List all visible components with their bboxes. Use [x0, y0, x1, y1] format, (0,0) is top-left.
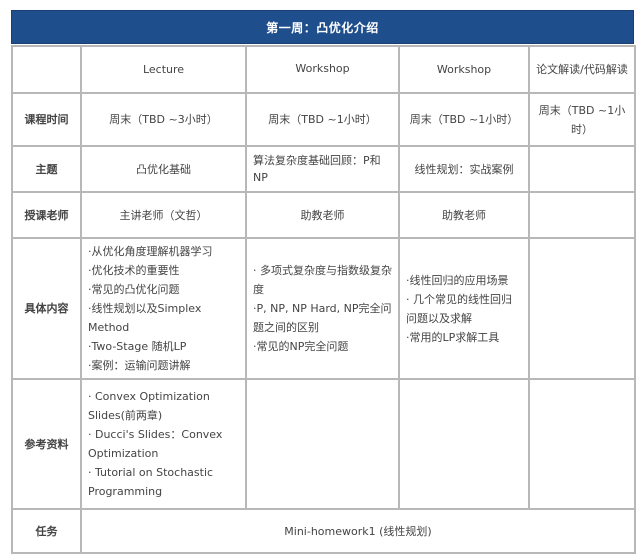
bullet-item: ·优化技术的重要性 — [88, 264, 180, 277]
bullet-item: · Tutorial on Stochastic Programming — [88, 466, 214, 498]
schedule-table: Lecture Workshop Workshop 论文解读/代码解读 课程时间… — [11, 45, 636, 554]
table-row-teacher: 授课老师 主讲老师（文哲） 助教老师 助教老师 — [13, 193, 634, 237]
teacher-cell-lecture: 主讲老师（文哲） — [82, 193, 245, 237]
column-header-lecture: Lecture — [82, 47, 245, 92]
corner-cell — [13, 47, 80, 92]
table-row-topic: 主题 凸优化基础 算法复杂度基础回顾：P和NP 线性规划：实战案例 — [13, 147, 634, 191]
content-list-lecture: ·从优化角度理解机器学习 ·优化技术的重要性 ·常见的凸优化问题 ·线性规划以及Sim… — [88, 242, 239, 375]
row-label-time: 课程时间 — [13, 94, 80, 145]
time-cell-paper-code: 周末（TBD ~1小时） — [530, 94, 634, 145]
table-row-task: 任务 Mini-homework1 (线性规划) — [13, 510, 634, 552]
references-list-lecture: · Convex Optimization Slides(前两章) · Ducci… — [88, 387, 239, 501]
table-row-time: 课程时间 周末（TBD ~3小时） 周末（TBD ~1小时） 周末（TBD ~1… — [13, 94, 634, 145]
bullet-item: ·常用的LP求解工具 — [406, 330, 500, 344]
bullet-item: ·P, NP, NP Hard, NP完全问题之间的区别 — [253, 302, 392, 334]
row-label-task: 任务 — [13, 510, 80, 552]
bullet-item: ·案例：运输问题讲解 — [88, 359, 191, 372]
teacher-cell-paper-code — [530, 193, 634, 237]
column-header-workshop-2: Workshop — [400, 47, 528, 92]
content-list-workshop-2: ·线性回归的应用场景 · 几个常见的线性回归问题以及求解 ·常用的LP求解工具 — [406, 271, 522, 347]
bullet-item: · Ducci's Slides：Convex Optimization — [88, 428, 223, 460]
topic-cell-workshop-1: 算法复杂度基础回顾：P和NP — [247, 147, 398, 191]
references-cell-workshop-1 — [247, 380, 398, 508]
row-label-references: 参考资料 — [13, 380, 80, 508]
table-row-content: 具体内容 ·从优化角度理解机器学习 ·优化技术的重要性 ·常见的凸优化问题 ·线性规划… — [13, 239, 634, 378]
topic-cell-workshop-2: 线性规划：实战案例 — [400, 147, 528, 191]
bullet-item: ·线性规划以及Simplex Method — [88, 302, 202, 334]
bullet-item: ·常见的NP完全问题 — [253, 340, 349, 353]
bullet-item: · Convex Optimization Slides(前两章) — [88, 390, 210, 422]
row-label-content: 具体内容 — [13, 239, 80, 378]
content-cell-lecture: ·从优化角度理解机器学习 ·优化技术的重要性 ·常见的凸优化问题 ·线性规划以及Sim… — [82, 239, 245, 378]
bullet-item: ·常见的凸优化问题 — [88, 283, 180, 296]
week-title: 第一周：凸优化介绍 — [11, 10, 634, 44]
teacher-cell-workshop-1: 助教老师 — [247, 193, 398, 237]
topic-cell-lecture: 凸优化基础 — [82, 147, 245, 191]
column-header-workshop-1: Workshop — [247, 47, 398, 92]
task-cell: Mini-homework1 (线性规划) — [82, 510, 634, 552]
row-label-teacher: 授课老师 — [13, 193, 80, 237]
column-header-row: Lecture Workshop Workshop 论文解读/代码解读 — [13, 47, 634, 92]
course-schedule-sheet: 第一周：凸优化介绍 Lecture Workshop Workshop 论文解读… — [11, 10, 636, 554]
topic-cell-paper-code — [530, 147, 634, 191]
time-cell-workshop-1: 周末（TBD ~1小时） — [247, 94, 398, 145]
references-cell-workshop-2 — [400, 380, 528, 508]
references-cell-paper-code — [530, 380, 634, 508]
bullet-item: · 多项式复杂度与指数级复杂度 — [253, 264, 392, 296]
content-cell-workshop-2: ·线性回归的应用场景 · 几个常见的线性回归问题以及求解 ·常用的LP求解工具 — [400, 239, 528, 378]
time-cell-lecture: 周末（TBD ~3小时） — [82, 94, 245, 145]
row-label-topic: 主题 — [13, 147, 80, 191]
content-list-workshop-1: · 多项式复杂度与指数级复杂度 ·P, NP, NP Hard, NP完全问题之间… — [253, 261, 392, 356]
bullet-item: ·线性回归的应用场景 — [406, 273, 509, 287]
teacher-cell-workshop-2: 助教老师 — [400, 193, 528, 237]
references-cell-lecture: · Convex Optimization Slides(前两章) · Ducci… — [82, 380, 245, 508]
content-cell-paper-code — [530, 239, 634, 378]
bullet-item: ·Two-Stage 随机LP — [88, 340, 187, 353]
table-row-references: 参考资料 · Convex Optimization Slides(前两章) · … — [13, 380, 634, 508]
content-cell-workshop-1: · 多项式复杂度与指数级复杂度 ·P, NP, NP Hard, NP完全问题之间… — [247, 239, 398, 378]
time-cell-workshop-2: 周末（TBD ~1小时） — [400, 94, 528, 145]
bullet-item: ·从优化角度理解机器学习 — [88, 245, 213, 258]
column-header-paper-code: 论文解读/代码解读 — [530, 47, 634, 92]
bullet-item: · 几个常见的线性回归问题以及求解 — [406, 292, 512, 325]
